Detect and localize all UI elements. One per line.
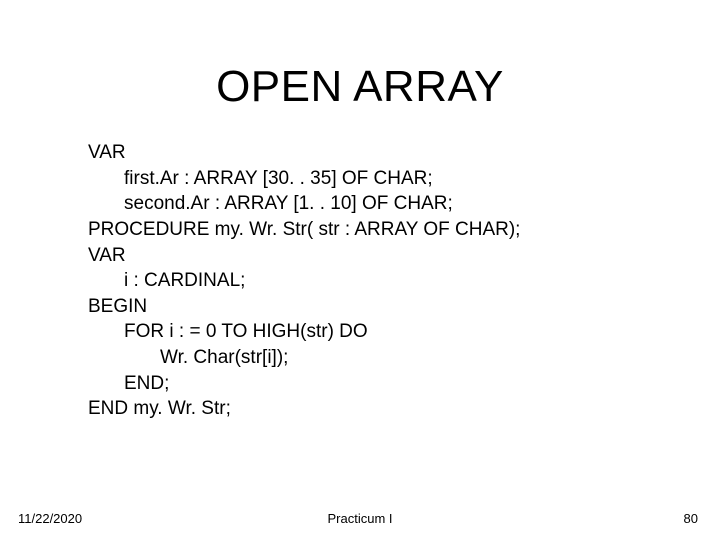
code-line: PROCEDURE my. Wr. Str( str : ARRAY OF CH…	[88, 217, 680, 243]
code-line: END my. Wr. Str;	[88, 396, 680, 422]
code-line: first.Ar : ARRAY [30. . 35] OF CHAR;	[124, 166, 680, 192]
code-line: FOR i : = 0 TO HIGH(str) DO	[124, 319, 680, 345]
slide: OPEN ARRAY VAR first.Ar : ARRAY [30. . 3…	[0, 0, 720, 540]
slide-title: OPEN ARRAY	[0, 62, 720, 112]
code-line: VAR	[88, 140, 680, 166]
footer-page: 80	[684, 511, 698, 526]
code-line: VAR	[88, 243, 680, 269]
footer-center: Practicum I	[0, 511, 720, 526]
code-line: Wr. Char(str[i]);	[160, 345, 680, 371]
code-line: BEGIN	[88, 294, 680, 320]
code-line: i : CARDINAL;	[124, 268, 680, 294]
slide-body: VAR first.Ar : ARRAY [30. . 35] OF CHAR;…	[88, 140, 680, 422]
code-line: second.Ar : ARRAY [1. . 10] OF CHAR;	[124, 191, 680, 217]
code-line: END;	[124, 371, 680, 397]
